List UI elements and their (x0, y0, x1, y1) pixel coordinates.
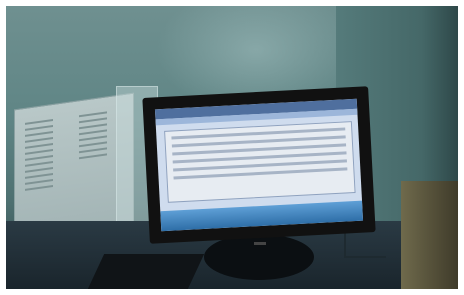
stand-logo (254, 242, 266, 245)
screen-form-panel (164, 121, 356, 203)
screen-taskbar (160, 200, 364, 232)
monitor-screen (154, 98, 364, 232)
monitor (142, 86, 376, 244)
photo-frame (0, 0, 464, 295)
office-photo (6, 6, 458, 289)
monitor-stand (204, 234, 314, 280)
side-box (401, 181, 458, 289)
desk-tray (87, 254, 205, 289)
